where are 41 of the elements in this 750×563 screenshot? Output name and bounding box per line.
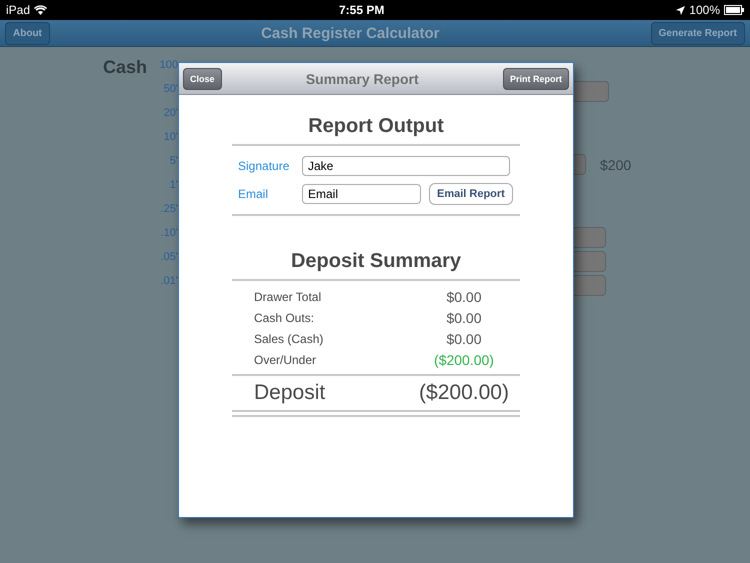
summary-value: $0.00 [445, 288, 483, 304]
summary-value: $0.00 [445, 310, 483, 326]
denomination-label: 20' [164, 106, 178, 121]
clock: 7:55 PM [338, 3, 384, 17]
summary-label: Cash Outs: [254, 310, 316, 324]
email-report-button[interactable]: Email Report [429, 183, 513, 205]
denomination-label: 50' [164, 82, 178, 97]
email-field[interactable]: Email [302, 184, 421, 204]
summary-value: $0.00 [445, 330, 483, 346]
field-label: Signature [238, 159, 290, 173]
denomination-label: 100 [160, 58, 178, 73]
battery-icon [724, 5, 744, 15]
denomination-label: .01' [160, 274, 178, 289]
section-heading: Cash [103, 57, 148, 79]
app-title: Cash Register Calculator [261, 24, 440, 42]
device-name: iPad [6, 3, 30, 17]
denomination-label: 1' [170, 178, 178, 193]
close-button[interactable]: Close [183, 68, 222, 90]
summary-label: Sales (Cash) [254, 332, 324, 346]
denomination-label: .10' [160, 226, 178, 241]
section-heading: Report Output [307, 115, 445, 138]
denomination-label: .25' [160, 202, 178, 217]
about-button[interactable]: About [5, 22, 50, 44]
summary-value: ($200.00) [433, 352, 495, 368]
denomination-label: .05' [160, 250, 178, 265]
deposit-label: Deposit [254, 381, 326, 405]
amount-text: $200 [600, 156, 632, 172]
summary-label: Over/Under [254, 352, 318, 366]
summary-label: Drawer Total [254, 290, 322, 304]
wifi-icon [34, 5, 48, 15]
signature-field[interactable]: Jake [302, 156, 510, 176]
battery-percent: 100% [689, 3, 720, 17]
denomination-label: 5' [170, 154, 178, 169]
section-heading: Deposit Summary [290, 250, 462, 273]
field-label: Email [238, 187, 270, 201]
denomination-label: 10' [164, 130, 178, 145]
generate-report-button[interactable]: Generate Report [650, 22, 745, 44]
location-arrow-icon [676, 6, 686, 14]
deposit-total: ($200.00) [418, 381, 510, 405]
dialog-title: Summary Report [306, 70, 419, 86]
print-report-button[interactable]: Print Report [502, 68, 569, 90]
